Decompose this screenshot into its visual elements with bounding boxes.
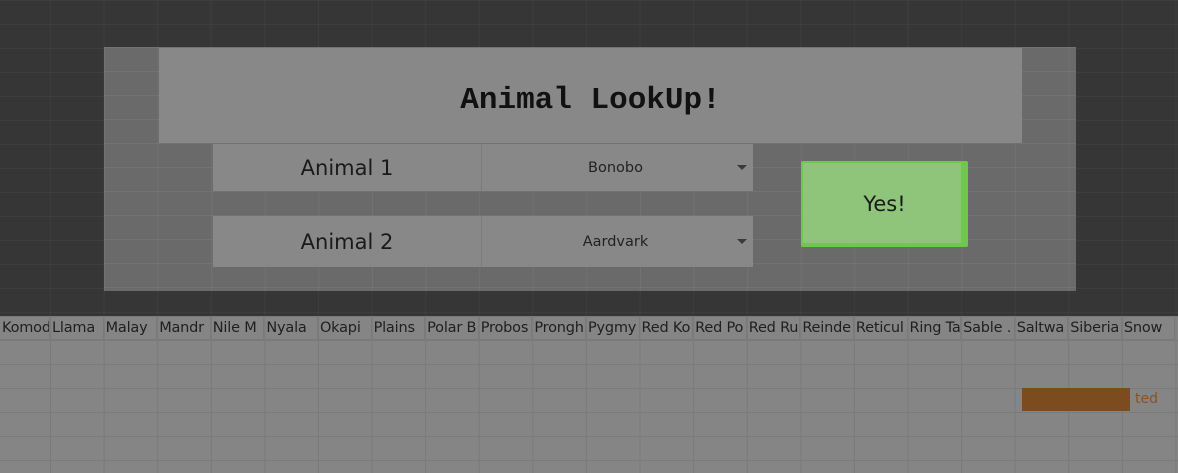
animal-2-selected-value: Aardvark <box>582 233 649 250</box>
caret-down-icon <box>737 238 747 244</box>
animal-1-label: Animal 1 <box>213 144 482 191</box>
column-header[interactable]: Prongh <box>532 316 586 340</box>
column-header[interactable]: Red Po <box>693 316 747 340</box>
column-header[interactable]: Snow <box>1121 316 1176 340</box>
column-header[interactable]: Red Ko <box>639 316 694 340</box>
column-header[interactable]: Siberia <box>1068 316 1122 340</box>
animal-2-label: Animal 2 <box>213 216 482 267</box>
header-row: Komod Llama Malay Mandr Nile M Nyala Oka… <box>0 316 1178 340</box>
column-header[interactable]: Reticul <box>853 316 908 340</box>
dialog-header: Animal LookUp! <box>159 48 1022 143</box>
column-header[interactable]: Okapi <box>317 316 372 340</box>
column-header[interactable]: Plains <box>371 316 426 340</box>
column-header[interactable]: Ring Ta <box>907 316 962 340</box>
column-header[interactable]: Nyala <box>264 316 318 340</box>
animal-lookup-dialog: Animal LookUp! Animal 1 Bonobo Animal 2 … <box>104 47 1076 291</box>
animal-2-select[interactable]: Aardvark <box>482 216 753 267</box>
column-header[interactable]: Komod <box>0 316 50 340</box>
column-header[interactable]: Reinde <box>800 316 854 340</box>
column-header[interactable]: Polar B <box>425 316 479 340</box>
dialog-title: Animal LookUp! <box>460 83 721 118</box>
column-header[interactable]: Mandr <box>157 316 211 340</box>
column-header[interactable]: Malay <box>103 316 158 340</box>
column-header[interactable]: Nile M <box>210 316 265 340</box>
column-header[interactable]: Saltwa <box>1014 316 1069 340</box>
spreadsheet[interactable]: Komod Llama Malay Mandr Nile M Nyala Oka… <box>0 316 1178 473</box>
caret-down-icon <box>737 164 747 170</box>
column-header[interactable]: Sable . <box>961 316 1015 340</box>
confirm-button[interactable]: Yes! <box>801 161 968 247</box>
animal-2-row: Animal 2 Aardvark <box>213 216 753 267</box>
animal-1-selected-value: Bonobo <box>588 159 643 176</box>
column-header[interactable]: Red Ru <box>746 316 801 340</box>
column-header[interactable]: Llama <box>50 316 104 340</box>
column-header[interactable]: Pygmy <box>585 316 640 340</box>
highlighted-cell-text: ted <box>1135 391 1158 407</box>
animal-1-row: Animal 1 Bonobo <box>213 144 753 191</box>
column-header[interactable]: Probos <box>478 316 533 340</box>
animal-1-select[interactable]: Bonobo <box>482 144 753 191</box>
